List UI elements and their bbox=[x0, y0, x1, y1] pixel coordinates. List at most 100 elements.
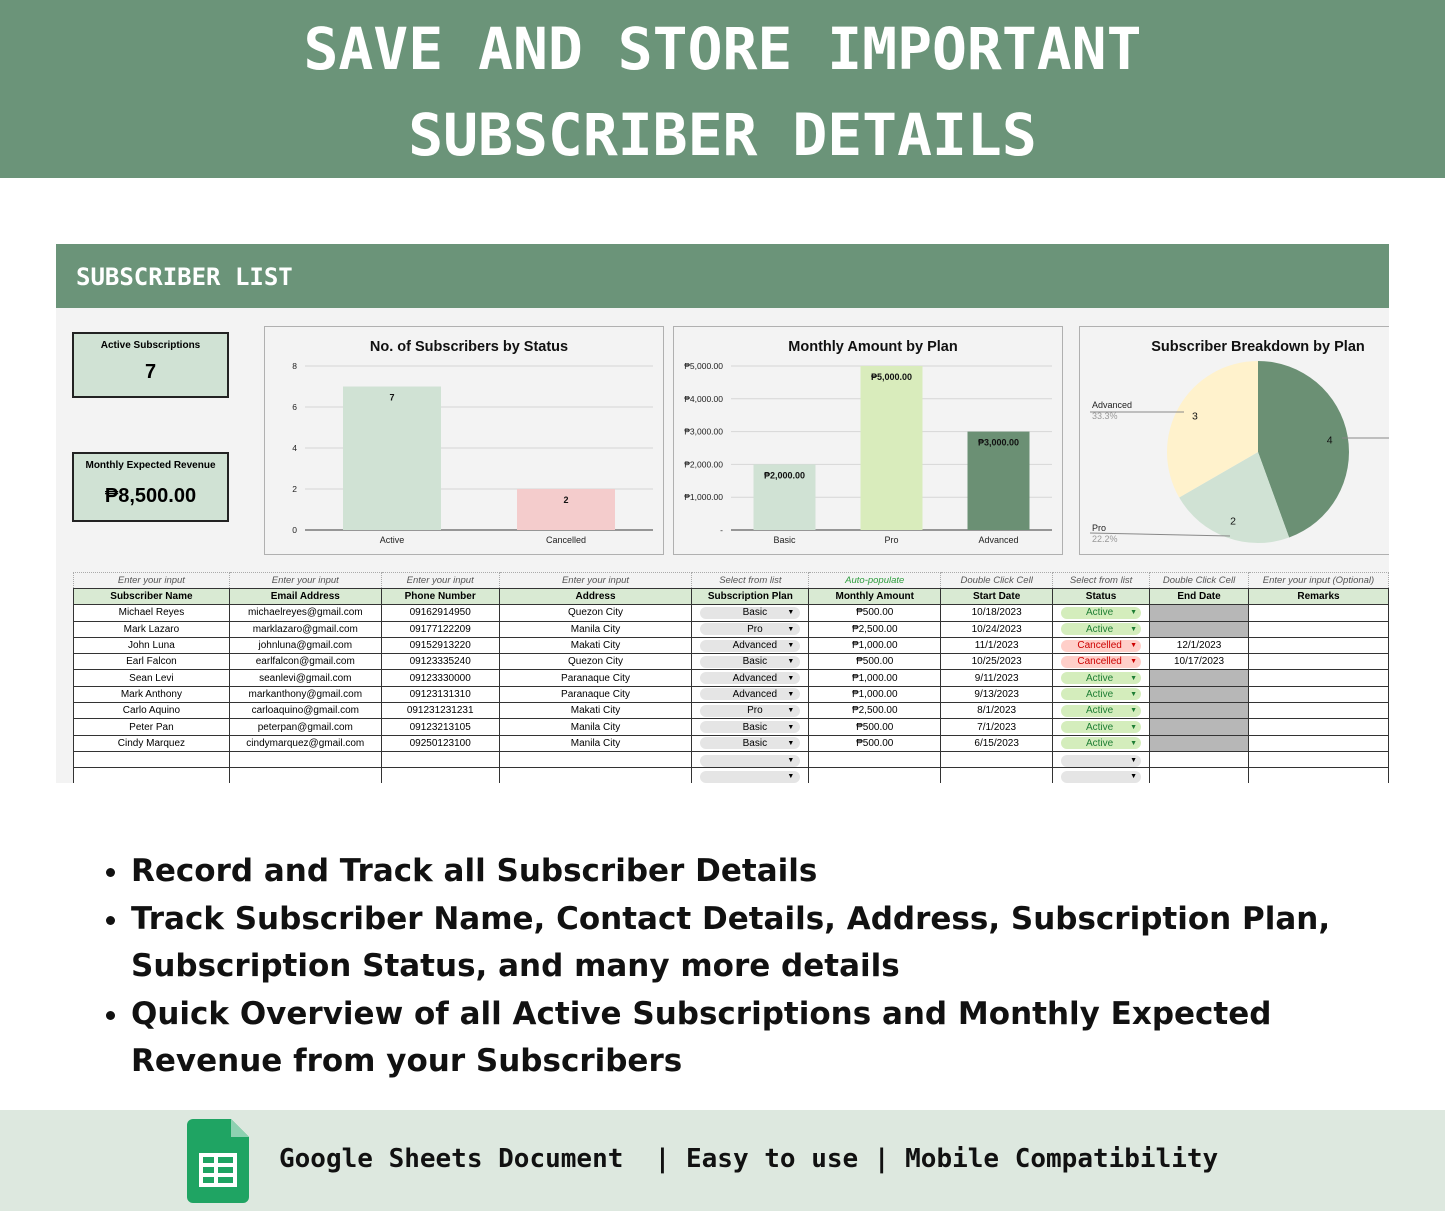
cell-subscription-plan[interactable]: Advanced ▼ bbox=[691, 685, 810, 704]
plan-dropdown[interactable]: ▼ bbox=[700, 770, 801, 783]
plan-dropdown[interactable]: Advanced ▼ bbox=[700, 672, 801, 685]
cell-phone-number[interactable]: 09162914950 bbox=[380, 604, 500, 622]
status-dropdown[interactable]: Active ▼ bbox=[1061, 672, 1142, 685]
plan-dropdown[interactable]: Basic ▼ bbox=[700, 606, 801, 619]
cell-monthly-amount[interactable]: ₱500.00 bbox=[808, 718, 942, 736]
cell-end-date[interactable]: 10/17/2023 bbox=[1149, 653, 1249, 671]
plan-dropdown[interactable]: Advanced ▼ bbox=[700, 688, 801, 701]
cell-address[interactable]: Paranaque City bbox=[498, 669, 693, 687]
cell-end-date[interactable] bbox=[1149, 604, 1249, 622]
cell-monthly-amount[interactable]: ₱2,500.00 bbox=[808, 620, 942, 638]
cell-subscription-plan[interactable]: Basic ▼ bbox=[691, 718, 810, 736]
cell-status[interactable]: Active ▼ bbox=[1052, 669, 1151, 687]
cell-subscriber-name[interactable]: Peter Pan bbox=[73, 718, 230, 736]
cell-status[interactable]: ▼ bbox=[1052, 767, 1151, 783]
cell-subscriber-name[interactable]: Michael Reyes bbox=[73, 604, 230, 622]
cell-subscription-plan[interactable]: ▼ bbox=[691, 750, 810, 769]
cell-phone-number[interactable]: 09123330000 bbox=[380, 669, 500, 687]
cell-subscriber-name[interactable]: Carlo Aquino bbox=[73, 702, 230, 720]
cell-monthly-amount[interactable]: ₱2,500.00 bbox=[808, 702, 942, 720]
cell-phone-number[interactable]: 09123335240 bbox=[380, 653, 500, 671]
cell-start-date[interactable]: 9/11/2023 bbox=[940, 669, 1054, 687]
cell-status[interactable]: Active ▼ bbox=[1052, 718, 1151, 736]
cell-start-date[interactable]: 10/25/2023 bbox=[940, 653, 1054, 671]
cell-start-date[interactable]: 7/1/2023 bbox=[940, 718, 1054, 736]
cell-status[interactable]: Active ▼ bbox=[1052, 685, 1151, 704]
cell-address[interactable]: Manila City bbox=[498, 718, 693, 736]
cell-subscriber-name[interactable]: John Luna bbox=[73, 636, 230, 655]
cell-subscriber-name[interactable] bbox=[73, 750, 230, 769]
cell-phone-number[interactable]: 09123131310 bbox=[380, 685, 500, 704]
plan-dropdown[interactable]: Advanced ▼ bbox=[700, 639, 801, 652]
status-dropdown[interactable]: Active ▼ bbox=[1061, 606, 1142, 619]
cell-monthly-amount[interactable]: ₱500.00 bbox=[808, 734, 942, 752]
cell-start-date[interactable]: 10/24/2023 bbox=[940, 620, 1054, 638]
cell-end-date[interactable] bbox=[1149, 702, 1249, 720]
cell-end-date[interactable] bbox=[1149, 718, 1249, 736]
cell-end-date[interactable] bbox=[1149, 669, 1249, 687]
cell-address[interactable]: Manila City bbox=[498, 734, 693, 752]
cell-remarks[interactable] bbox=[1247, 620, 1389, 638]
cell-address[interactable]: Manila City bbox=[498, 620, 693, 638]
cell-email-address[interactable] bbox=[228, 750, 382, 769]
cell-status[interactable]: Cancelled ▼ bbox=[1052, 653, 1151, 671]
cell-remarks[interactable] bbox=[1247, 718, 1389, 736]
cell-subscription-plan[interactable]: Basic ▼ bbox=[691, 653, 810, 671]
cell-status[interactable]: Cancelled ▼ bbox=[1052, 636, 1151, 655]
cell-remarks[interactable] bbox=[1247, 604, 1389, 622]
cell-monthly-amount[interactable]: ₱1,000.00 bbox=[808, 636, 942, 655]
cell-remarks[interactable] bbox=[1247, 702, 1389, 720]
cell-email-address[interactable] bbox=[228, 767, 382, 783]
cell-start-date[interactable]: 9/13/2023 bbox=[940, 685, 1054, 704]
cell-start-date[interactable] bbox=[940, 767, 1054, 783]
cell-status[interactable]: ▼ bbox=[1052, 750, 1151, 769]
cell-phone-number[interactable]: 09177122209 bbox=[380, 620, 500, 638]
cell-end-date[interactable]: 12/1/2023 bbox=[1149, 636, 1249, 655]
cell-address[interactable] bbox=[498, 750, 693, 769]
cell-end-date[interactable] bbox=[1149, 750, 1249, 769]
cell-email-address[interactable]: cindymarquez@gmail.com bbox=[228, 734, 382, 752]
cell-subscriber-name[interactable]: Cindy Marquez bbox=[73, 734, 230, 752]
cell-start-date[interactable]: 6/15/2023 bbox=[940, 734, 1054, 752]
cell-subscriber-name[interactable]: Mark Lazaro bbox=[73, 620, 230, 638]
cell-email-address[interactable]: michaelreyes@gmail.com bbox=[228, 604, 382, 622]
plan-dropdown[interactable]: Pro ▼ bbox=[700, 623, 801, 636]
status-dropdown[interactable]: Active ▼ bbox=[1061, 721, 1142, 734]
cell-remarks[interactable] bbox=[1247, 669, 1389, 687]
cell-monthly-amount[interactable] bbox=[808, 750, 942, 769]
cell-subscriber-name[interactable] bbox=[73, 767, 230, 783]
cell-email-address[interactable]: earlfalcon@gmail.com bbox=[228, 653, 382, 671]
plan-dropdown[interactable]: Pro ▼ bbox=[700, 704, 801, 717]
cell-phone-number[interactable]: 09123213105 bbox=[380, 718, 500, 736]
cell-remarks[interactable] bbox=[1247, 734, 1389, 752]
cell-subscription-plan[interactable]: Advanced ▼ bbox=[691, 669, 810, 687]
status-dropdown[interactable]: Active ▼ bbox=[1061, 737, 1142, 750]
cell-subscriber-name[interactable]: Earl Falcon bbox=[73, 653, 230, 671]
cell-email-address[interactable]: carloaquino@gmail.com bbox=[228, 702, 382, 720]
cell-email-address[interactable]: seanlevi@gmail.com bbox=[228, 669, 382, 687]
cell-email-address[interactable]: peterpan@gmail.com bbox=[228, 718, 382, 736]
cell-status[interactable]: Active ▼ bbox=[1052, 620, 1151, 638]
cell-email-address[interactable]: johnluna@gmail.com bbox=[228, 636, 382, 655]
cell-start-date[interactable]: 11/1/2023 bbox=[940, 636, 1054, 655]
cell-subscriber-name[interactable]: Mark Anthony bbox=[73, 685, 230, 704]
cell-phone-number[interactable]: 091231231231 bbox=[380, 702, 500, 720]
status-dropdown[interactable]: Active ▼ bbox=[1061, 688, 1142, 701]
cell-email-address[interactable]: markanthony@gmail.com bbox=[228, 685, 382, 704]
plan-dropdown[interactable]: ▼ bbox=[700, 754, 801, 767]
status-dropdown[interactable]: ▼ bbox=[1061, 770, 1142, 783]
cell-remarks[interactable] bbox=[1247, 767, 1389, 783]
cell-email-address[interactable]: marklazaro@gmail.com bbox=[228, 620, 382, 638]
cell-phone-number[interactable]: 09250123100 bbox=[380, 734, 500, 752]
cell-address[interactable]: Makati City bbox=[498, 636, 693, 655]
plan-dropdown[interactable]: Basic ▼ bbox=[700, 655, 801, 668]
cell-subscriber-name[interactable]: Sean Levi bbox=[73, 669, 230, 687]
cell-subscription-plan[interactable]: ▼ bbox=[691, 767, 810, 783]
status-dropdown[interactable]: ▼ bbox=[1061, 754, 1142, 767]
cell-subscription-plan[interactable]: Basic ▼ bbox=[691, 734, 810, 752]
cell-address[interactable]: Quezon City bbox=[498, 604, 693, 622]
cell-phone-number[interactable]: 09152913220 bbox=[380, 636, 500, 655]
cell-subscription-plan[interactable]: Pro ▼ bbox=[691, 702, 810, 720]
cell-end-date[interactable] bbox=[1149, 685, 1249, 704]
plan-dropdown[interactable]: Basic ▼ bbox=[700, 737, 801, 750]
